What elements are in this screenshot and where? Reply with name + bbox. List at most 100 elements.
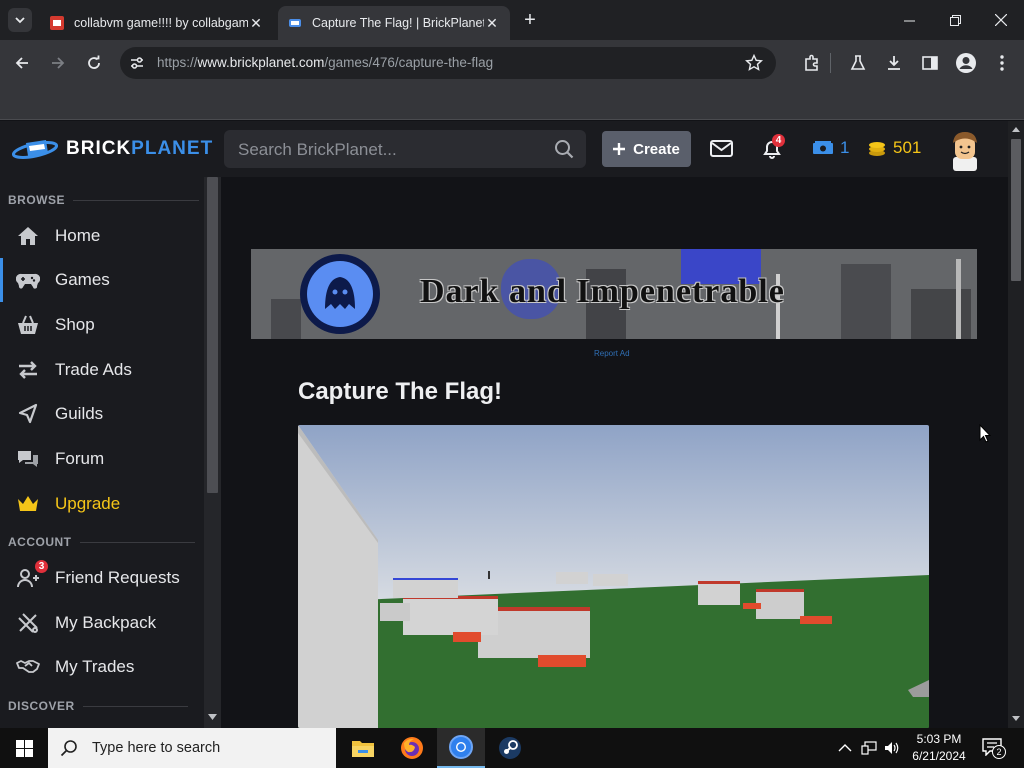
taskbar-clock[interactable]: 5:03 PM 6/21/2024 <box>906 731 972 765</box>
taskbar-firefox[interactable] <box>388 728 436 768</box>
ad-banner-text: Dark and Impenetrable <box>420 273 785 310</box>
tab-close-icon[interactable]: ✕ <box>484 15 500 32</box>
close-window-button[interactable] <box>978 0 1024 40</box>
gamepad-icon <box>15 268 42 292</box>
side-panel-icon[interactable] <box>921 54 939 72</box>
sidebar-item-trade-ads[interactable]: Trade Ads <box>0 348 204 392</box>
divider <box>79 541 195 543</box>
coins-icon <box>869 142 885 156</box>
section-title: DISCOVER <box>8 699 75 713</box>
sidebar-scroll-thumb[interactable] <box>207 177 218 493</box>
arrow-right-icon <box>52 57 65 69</box>
clock-date: 6/21/2024 <box>912 749 966 763</box>
taskbar-search-box[interactable]: Type here to search <box>48 728 336 768</box>
sidebar-item-label: Friend Requests <box>55 568 180 587</box>
arrow-left-icon <box>15 57 28 69</box>
messages-envelope-icon[interactable] <box>709 137 735 161</box>
scroll-up-arrow-icon[interactable] <box>1012 127 1020 132</box>
network-icon[interactable] <box>861 741 877 755</box>
sidebar-item-my-backpack[interactable]: My Backpack <box>0 601 204 645</box>
reload-button[interactable] <box>82 51 106 75</box>
sidebar-item-label: My Backpack <box>55 613 157 632</box>
forward-button[interactable] <box>46 51 70 75</box>
game-title: Capture The Flag! <box>298 378 503 405</box>
search-placeholder: Search BrickPlanet... <box>238 140 397 159</box>
exchange-icon <box>16 358 42 382</box>
section-title: BROWSE <box>8 193 65 207</box>
sidebar-scrollbar[interactable] <box>204 177 221 728</box>
chevron-down-icon <box>15 17 25 24</box>
restore-button[interactable] <box>932 0 978 40</box>
search-icon[interactable] <box>554 139 574 159</box>
taskbar-file-explorer[interactable] <box>339 728 387 768</box>
clock-time: 5:03 PM <box>916 732 962 746</box>
notifications-button[interactable]: 4 <box>760 134 790 163</box>
extensions-icon[interactable] <box>803 54 821 72</box>
planet-logo-icon <box>12 140 58 159</box>
taskbar-steam[interactable] <box>486 728 534 768</box>
download-icon[interactable] <box>885 54 903 72</box>
sidebar-item-forum[interactable]: Forum <box>0 437 204 481</box>
new-tab-button[interactable]: + <box>520 10 540 30</box>
kebab-menu-icon[interactable] <box>996 54 1008 72</box>
url-domain: www.brickplanet.com <box>197 55 325 70</box>
user-avatar[interactable] <box>944 129 986 171</box>
flag-icon <box>16 402 42 426</box>
start-button[interactable] <box>0 728 48 768</box>
sidebar-item-upgrade[interactable]: Upgrade <box>0 482 204 526</box>
sidebar-item-home[interactable]: Home <box>0 214 204 258</box>
bookmark-star-icon[interactable] <box>745 54 763 72</box>
address-bar[interactable]: https://www.brickplanet.com/games/476/ca… <box>120 47 776 79</box>
steam-icon <box>499 737 521 759</box>
sidebar-item-guilds[interactable]: Guilds <box>0 392 204 436</box>
friend-request-badge: 3 <box>35 560 48 573</box>
tab-collabvm[interactable]: collabvm game!!!! by collabgam ✕ <box>40 6 274 40</box>
taskbar-search-placeholder: Type here to search <box>92 740 221 756</box>
action-center-button[interactable]: 2 <box>980 736 1008 760</box>
credits-balance[interactable]: 1 <box>812 138 849 158</box>
tab-capture-the-flag[interactable]: Capture The Flag! | BrickPlanet ✕ <box>278 6 510 40</box>
url-path: /games/476/capture-the-flag <box>324 55 494 70</box>
minimize-icon <box>903 20 915 21</box>
brickplanet-favicon-icon <box>289 19 301 27</box>
scroll-down-arrow-icon[interactable] <box>1012 716 1020 721</box>
chevron-up-icon[interactable] <box>838 743 852 753</box>
back-button[interactable] <box>10 51 34 75</box>
sidebar-item-friend-requests[interactable]: 3 Friend Requests <box>0 556 204 600</box>
collabvm-favicon-icon <box>50 16 64 30</box>
tab-close-icon[interactable]: ✕ <box>248 15 264 32</box>
page-scroll-thumb[interactable] <box>1011 139 1021 281</box>
brickplanet-logo[interactable]: BRICKPLANET <box>12 137 213 161</box>
credits-amount: 1 <box>840 138 850 157</box>
sidebar-item-label: My Trades <box>55 657 135 676</box>
page-scrollbar[interactable] <box>1008 121 1024 728</box>
game-thumbnail[interactable] <box>298 425 929 728</box>
handshake-icon <box>16 655 42 679</box>
sidebar-item-my-trades[interactable]: My Trades <box>0 645 204 689</box>
labs-flask-icon[interactable] <box>849 54 867 72</box>
site-search-input[interactable]: Search BrickPlanet... <box>224 130 586 168</box>
report-ad-link[interactable]: Report Ad <box>594 349 630 358</box>
taskbar-chrome[interactable] <box>437 728 485 768</box>
account-section-header: ACCOUNT <box>8 535 195 549</box>
url-text[interactable]: https://www.brickplanet.com/games/476/ca… <box>157 55 493 70</box>
minimize-button[interactable] <box>886 0 932 40</box>
logo-text: BRICKPLANET <box>66 138 213 160</box>
sidebar-item-label: Guilds <box>55 404 104 423</box>
sidebar-item-label: Home <box>55 226 101 245</box>
mouse-cursor-icon <box>979 424 991 443</box>
screen: collabvm game!!!! by collabgam ✕ Capture… <box>0 0 1024 768</box>
create-button[interactable]: Create <box>602 131 691 167</box>
friends-icon: 3 <box>16 560 48 590</box>
sidebar-item-games[interactable]: Games <box>0 258 204 302</box>
profile-icon[interactable] <box>955 52 977 74</box>
discover-section-header: DISCOVER <box>8 699 188 713</box>
site-info-icon[interactable] <box>129 55 145 71</box>
browse-section-header: BROWSE <box>8 193 199 207</box>
scroll-down-arrow-icon[interactable] <box>208 714 217 720</box>
tab-search-button[interactable] <box>8 8 32 32</box>
volume-icon[interactable] <box>884 741 900 755</box>
notification-center-count: 2 <box>992 745 1006 759</box>
bits-balance[interactable]: 501 <box>867 138 921 158</box>
sidebar-item-shop[interactable]: Shop <box>0 303 204 347</box>
